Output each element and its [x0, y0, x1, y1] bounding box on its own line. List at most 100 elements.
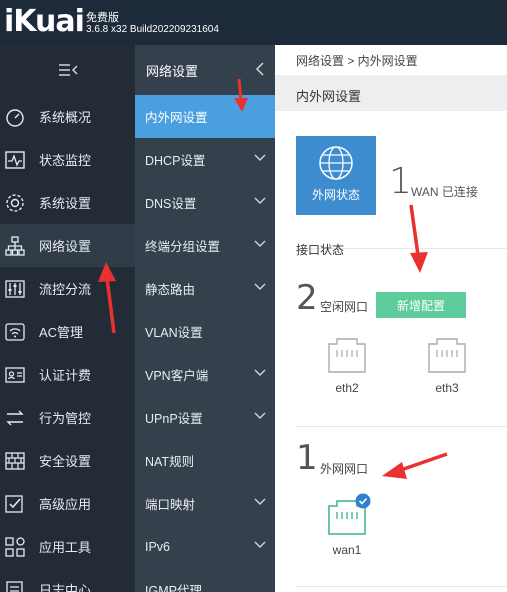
divider: [296, 586, 507, 587]
chevron-down-icon: [254, 240, 266, 247]
submenu-item-vlan[interactable]: VLAN设置: [135, 310, 275, 353]
chevron-down-icon: [254, 154, 266, 161]
sidebar-item-label: 认证计费: [39, 368, 92, 383]
top-header: iKuai 免费版 3.6.8 x32 Build202209231604: [0, 0, 507, 45]
edition-label: 免费版: [86, 12, 119, 24]
menu-collapse-icon: [58, 64, 78, 76]
check-badge-icon: [355, 493, 371, 509]
sidebar-item-system[interactable]: 系统设置: [0, 181, 135, 224]
wan-connected-count: 1: [389, 161, 412, 202]
chevron-down-icon: [254, 283, 266, 290]
page-title-bar: 内外网设置: [275, 75, 507, 111]
interface-state-label: 接口状态: [296, 243, 345, 257]
gear-icon: [0, 193, 30, 213]
breadcrumb: 网络设置 > 内外网设置: [296, 54, 418, 68]
sidebar-item-label: AC管理: [39, 325, 84, 340]
sidebar-item-logs[interactable]: 日志中心: [0, 568, 135, 592]
port-label-eth2: eth2: [335, 381, 359, 395]
port-label-wan1: wan1: [332, 543, 362, 557]
monitor-icon: [0, 150, 30, 170]
submenu-item-label: IPv6: [145, 539, 171, 554]
sidebar-item-label: 状态监控: [39, 153, 92, 168]
apps-icon: [0, 536, 30, 557]
menu-collapse-button[interactable]: [0, 45, 135, 95]
version-label: 3.6.8 x32 Build202209231604: [86, 24, 219, 35]
chevron-down-icon: [254, 498, 266, 505]
submenu-title: 网络设置: [146, 63, 199, 79]
submenu-item-label: VLAN设置: [145, 326, 203, 340]
port-label-eth3: eth3: [435, 381, 459, 395]
sidebar-item-auth[interactable]: 认证计费: [0, 353, 135, 396]
submenu-item-port-mapping[interactable]: 端口映射: [135, 482, 275, 525]
sidebar-item-monitor[interactable]: 状态监控: [0, 138, 135, 181]
wifi-icon: [0, 322, 30, 342]
idle-port-label: 空闲网口: [320, 300, 369, 314]
log-icon: [0, 580, 30, 592]
add-config-button[interactable]: 新增配置: [376, 292, 466, 318]
main-sidebar: 系统概况 状态监控 系统设置 网络设置 流控分流 AC管理 认证计费 行为管控 …: [0, 45, 135, 592]
sidebar-item-label: 高级应用: [39, 497, 92, 512]
submenu-item-label: UPnP设置: [145, 412, 203, 426]
idle-port-count: 2: [296, 278, 318, 318]
swap-icon: [0, 408, 30, 428]
sidebar-item-flow-control[interactable]: 流控分流: [0, 267, 135, 310]
submenu-item-label: 静态路由: [145, 283, 196, 297]
chevron-down-icon: [254, 541, 266, 548]
sidebar-item-behavior[interactable]: 行为管控: [0, 396, 135, 439]
submenu-item-label: NAT规则: [145, 455, 195, 469]
ethernet-port-icon[interactable]: [325, 336, 369, 376]
submenu-item-label: 内外网设置: [145, 111, 208, 125]
submenu-item-lan-wan[interactable]: 内外网设置: [135, 95, 275, 138]
submenu-item-terminal-group[interactable]: 终端分组设置: [135, 224, 275, 267]
globe-icon: [319, 146, 353, 180]
firewall-icon: [0, 451, 30, 471]
chevron-left-icon[interactable]: [255, 62, 265, 76]
submenu-item-label: VPN客户端: [145, 369, 209, 383]
page-title: 内外网设置: [296, 89, 362, 104]
sidebar-item-overview[interactable]: 系统概况: [0, 95, 135, 138]
chevron-down-icon: [254, 412, 266, 419]
sidebar-item-label: 应用工具: [39, 540, 92, 555]
chevron-down-icon: [254, 369, 266, 376]
sidebar-item-label: 行为管控: [39, 411, 92, 426]
network-icon: [0, 235, 30, 256]
sidebar-item-ac[interactable]: AC管理: [0, 310, 135, 353]
network-submenu: 网络设置 内外网设置 DHCP设置 DNS设置 终端分组设置 静态路由 VLAN…: [135, 45, 275, 592]
sidebar-item-label: 网络设置: [39, 239, 92, 254]
submenu-item-dhcp[interactable]: DHCP设置: [135, 138, 275, 181]
ethernet-port-icon[interactable]: [425, 336, 469, 376]
sidebar-item-network[interactable]: 网络设置: [0, 224, 135, 267]
chevron-down-icon: [254, 197, 266, 204]
submenu-item-label: DHCP设置: [145, 154, 206, 168]
sidebar-item-tools[interactable]: 应用工具: [0, 525, 135, 568]
sidebar-item-label: 流控分流: [39, 282, 92, 297]
wan-status-label: 外网状态: [311, 188, 360, 202]
wan-connected-text: WAN 已连接: [411, 185, 478, 199]
submenu-item-static-route[interactable]: 静态路由: [135, 267, 275, 310]
submenu-item-vpn-client[interactable]: VPN客户端: [135, 353, 275, 396]
main-content: 网络设置 > 内外网设置 内外网设置 外网状态 1 WAN 已连接 接口状态 2…: [275, 45, 507, 592]
submenu-item-label: 终端分组设置: [145, 240, 221, 254]
sliders-icon: [0, 279, 30, 299]
sidebar-item-security[interactable]: 安全设置: [0, 439, 135, 482]
sidebar-item-label: 系统概况: [39, 110, 92, 125]
wan-port-count: 1: [296, 438, 318, 478]
submenu-item-igmp[interactable]: IGMP代理: [135, 568, 275, 592]
submenu-item-label: IGMP代理: [145, 584, 202, 592]
sidebar-item-label: 系统设置: [39, 196, 92, 211]
submenu-item-ipv6[interactable]: IPv6: [135, 525, 275, 568]
wan-status-tile[interactable]: 外网状态: [296, 136, 376, 215]
sidebar-item-label: 安全设置: [39, 454, 92, 469]
submenu-item-label: 端口映射: [145, 498, 196, 512]
dashboard-icon: [0, 107, 30, 127]
sidebar-item-advanced[interactable]: 高级应用: [0, 482, 135, 525]
id-card-icon: [0, 365, 30, 385]
divider: [296, 426, 507, 427]
checkbox-icon: [0, 494, 30, 514]
submenu-item-label: DNS设置: [145, 197, 197, 211]
ikuai-logo: iKuai: [4, 4, 85, 39]
submenu-item-nat[interactable]: NAT规则: [135, 439, 275, 482]
submenu-item-dns[interactable]: DNS设置: [135, 181, 275, 224]
submenu-item-upnp[interactable]: UPnP设置: [135, 396, 275, 439]
submenu-header[interactable]: 网络设置: [135, 45, 275, 95]
